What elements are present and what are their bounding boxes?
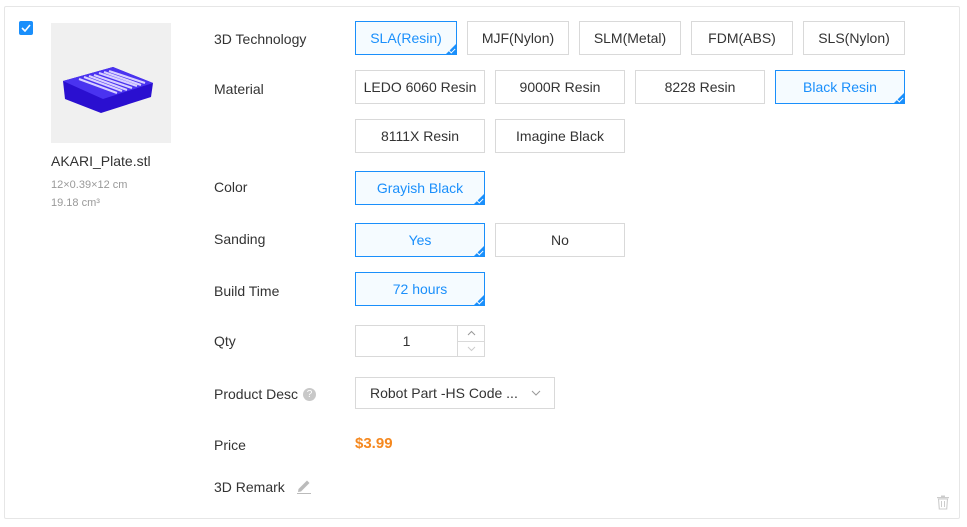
file-volume: 19.18 cm³ <box>51 197 100 209</box>
qty-label: Qty <box>214 333 236 349</box>
increment-button[interactable] <box>458 326 484 341</box>
build-time-label: Build Time <box>214 283 280 299</box>
option-sanding-yes[interactable]: Yes <box>355 223 485 257</box>
product-desc-value: Robot Part -HS Code ... <box>370 385 518 401</box>
option-ledo-6060-resin[interactable]: LEDO 6060 Resin <box>355 70 485 104</box>
pencil-icon[interactable] <box>295 477 313 495</box>
option-slm-metal[interactable]: SLM(Metal) <box>579 21 681 55</box>
trash-icon[interactable] <box>936 495 950 510</box>
material-label: Material <box>214 81 264 97</box>
option-mjf-nylon[interactable]: MJF(Nylon) <box>467 21 569 55</box>
color-label: Color <box>214 179 248 195</box>
option-fdm-abs[interactable]: FDM(ABS) <box>691 21 793 55</box>
quantity-stepper: 1 <box>355 325 485 357</box>
price-label: Price <box>214 437 246 453</box>
quantity-input[interactable]: 1 <box>356 326 457 356</box>
product-desc-select[interactable]: Robot Part -HS Code ... <box>355 377 555 409</box>
sanding-label: Sanding <box>214 231 266 247</box>
decrement-button[interactable] <box>458 340 484 357</box>
select-checkbox[interactable] <box>19 21 33 35</box>
remark-label: 3D Remark <box>214 479 313 497</box>
option-imagine-black[interactable]: Imagine Black <box>495 119 625 153</box>
option-sls-nylon[interactable]: SLS(Nylon) <box>803 21 905 55</box>
plate-model-image <box>63 67 153 113</box>
price-value: $3.99 <box>355 435 393 452</box>
file-name: AKARI_Plate.stl <box>51 153 151 169</box>
option-9000r-resin[interactable]: 9000R Resin <box>495 70 625 104</box>
technology-label: 3D Technology <box>214 31 307 47</box>
option-sla-resin[interactable]: SLA(Resin) <box>355 21 457 55</box>
model-thumbnail[interactable] <box>51 23 171 143</box>
option-black-resin[interactable]: Black Resin <box>775 70 905 104</box>
product-desc-label: Product Desc? <box>214 386 317 402</box>
option-8111x-resin[interactable]: 8111X Resin <box>355 119 485 153</box>
option-sanding-no[interactable]: No <box>495 223 625 257</box>
chevron-down-icon <box>467 346 475 351</box>
option-grayish-black[interactable]: Grayish Black <box>355 171 485 205</box>
file-dimensions: 12×0.39×12 cm <box>51 179 128 191</box>
chevron-up-icon <box>467 331 475 336</box>
option-8228-resin[interactable]: 8228 Resin <box>635 70 765 104</box>
chevron-down-icon <box>531 390 541 396</box>
help-icon[interactable]: ? <box>303 387 317 401</box>
option-72-hours[interactable]: 72 hours <box>355 272 485 306</box>
